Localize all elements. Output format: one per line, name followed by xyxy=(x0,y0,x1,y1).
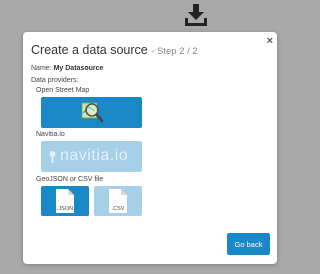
modal-title: Create a data source - Step 2 / 2 xyxy=(31,43,198,57)
navitia-label: Navitia.io xyxy=(36,131,65,138)
navitia-pin-icon xyxy=(49,151,56,163)
navitia-provider-button[interactable]: navitia.io xyxy=(41,141,142,172)
osm-provider-button[interactable] xyxy=(41,97,142,128)
file-label: GeoJSON or CSV file xyxy=(36,176,104,183)
create-datasource-modal: × Create a data source - Step 2 / 2 Name… xyxy=(23,32,277,264)
datasource-name: Name: My Datasource xyxy=(31,65,103,72)
navitia-logo: navitia.io xyxy=(60,147,129,164)
osm-magnifier-icon xyxy=(81,102,103,123)
modal-step: - Step 2 / 2 xyxy=(151,46,198,57)
csv-ext-label: .CSV xyxy=(111,206,125,212)
close-icon[interactable]: × xyxy=(267,34,273,48)
osm-label: Open Street Map xyxy=(36,87,90,94)
json-file-button[interactable]: .JSON xyxy=(41,186,89,216)
csv-file-button[interactable]: .CSV xyxy=(94,186,142,216)
name-label: Name: xyxy=(31,65,52,72)
download-icon[interactable] xyxy=(183,4,209,28)
modal-title-text: Create a data source xyxy=(31,43,148,57)
name-value: My Datasource xyxy=(53,65,104,72)
json-ext-label: .JSON xyxy=(56,206,74,212)
providers-label: Data providers: xyxy=(31,77,79,84)
go-back-button[interactable]: Go back xyxy=(227,233,270,255)
